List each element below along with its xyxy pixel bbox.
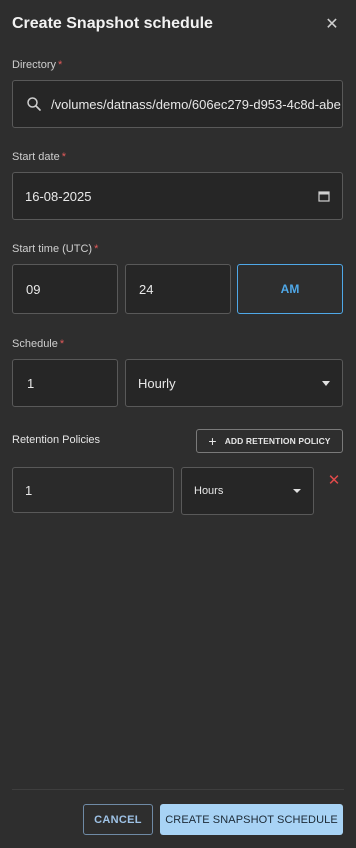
directory-value: /volumes/datnass/demo/606ec279-d953-4c8d… [51, 96, 341, 112]
add-retention-policy-label: ADD RETENTION POLICY [224, 436, 331, 446]
retention-policies-label: Retention Policies [12, 434, 101, 446]
search-icon [27, 97, 41, 111]
chevron-down-icon [322, 380, 330, 386]
required-mark: * [59, 338, 65, 350]
cancel-button[interactable]: CANCEL [83, 804, 153, 835]
schedule-interval-input[interactable]: 1 [12, 359, 118, 407]
schedule-label: Schedule * [12, 338, 64, 350]
plus-icon: + [208, 433, 217, 449]
start-time-label: Start time (UTC) * [12, 243, 98, 255]
add-retention-policy-button[interactable]: + ADD RETENTION POLICY [196, 429, 343, 453]
dialog-title: Create Snapshot schedule [12, 15, 213, 32]
start-time-label-text: Start time (UTC) [12, 243, 93, 255]
schedule-frequency-value: Hourly [138, 375, 176, 391]
minute-value: 24 [139, 281, 154, 297]
dialog-header: Create Snapshot schedule ✕ [12, 12, 344, 36]
calendar-icon[interactable] [318, 190, 330, 202]
required-mark: * [61, 151, 66, 163]
start-date-value: 16-08-2025 [25, 188, 92, 204]
schedule-frequency-select[interactable]: Hourly [125, 359, 343, 407]
required-mark: * [58, 59, 63, 71]
start-date-label-text: Start date [12, 151, 60, 163]
directory-input[interactable]: /volumes/datnass/demo/606ec279-d953-4c8d… [12, 80, 343, 128]
retention-unit-value: Hours [194, 485, 224, 497]
start-date-label: Start date * [12, 151, 66, 163]
minute-input[interactable]: 24 [125, 264, 231, 314]
close-icon[interactable]: ✕ [320, 12, 344, 36]
chevron-down-icon [293, 489, 301, 493]
required-mark: * [94, 243, 99, 255]
directory-label: Directory * [12, 59, 62, 71]
hour-input[interactable]: 09 [12, 264, 118, 314]
retention-count-value: 1 [25, 482, 33, 498]
remove-policy-icon[interactable]: ✕ [325, 471, 343, 489]
start-date-input[interactable]: 16-08-2025 [12, 172, 343, 220]
schedule-label-text: Schedule [12, 338, 58, 350]
hour-value: 09 [26, 281, 41, 297]
footer-divider [12, 789, 344, 790]
schedule-interval-value: 1 [27, 375, 35, 391]
am-pm-toggle[interactable]: AM [237, 264, 343, 314]
retention-count-input[interactable]: 1 [12, 467, 174, 513]
directory-label-text: Directory [12, 59, 57, 71]
retention-unit-select[interactable]: Hours [181, 467, 314, 515]
create-snapshot-schedule-button[interactable]: CREATE SNAPSHOT SCHEDULE [160, 804, 343, 835]
